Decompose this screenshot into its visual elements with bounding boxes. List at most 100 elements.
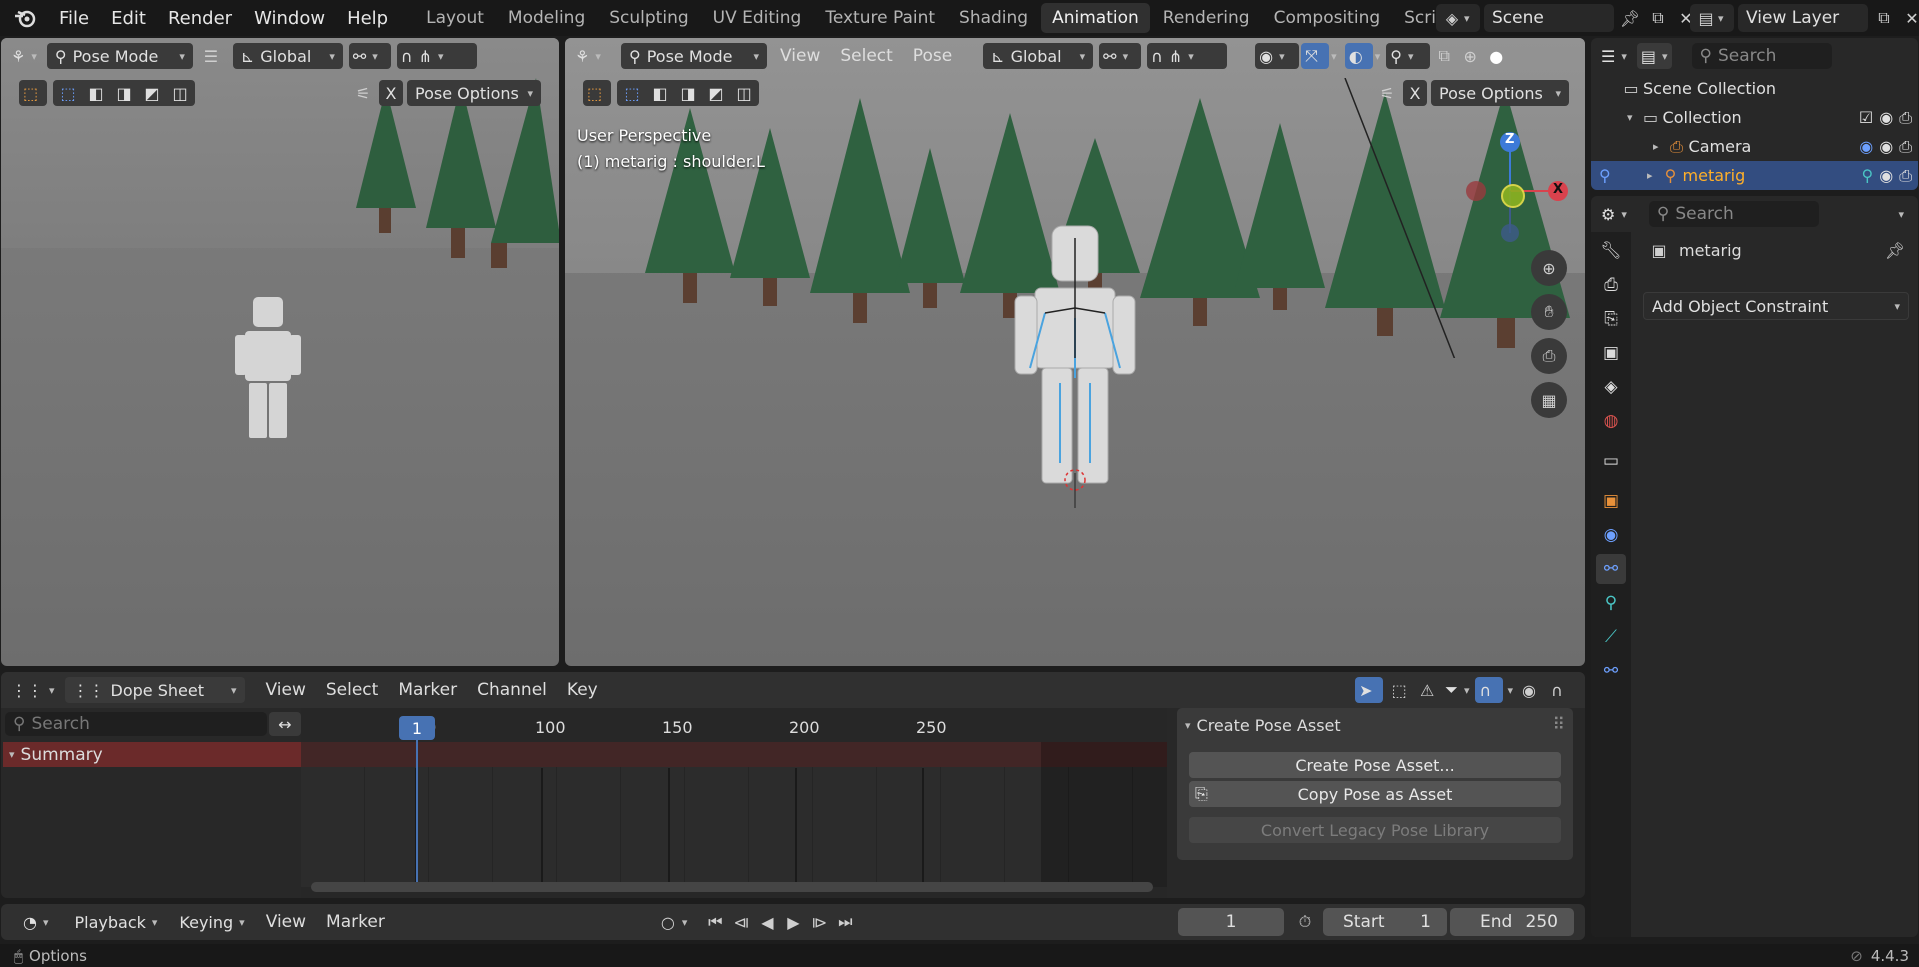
copy-pose-as-asset-button[interactable]: ⎘ Copy Pose as Asset [1189, 781, 1561, 807]
menu-view[interactable]: View [773, 46, 827, 66]
only-selected-toggle[interactable]: ➤ [1355, 677, 1384, 703]
dope-sheet-timeline[interactable]: 50 100 150 200 250 1 [301, 708, 1167, 898]
chevron-down-icon[interactable]: ▾ [1185, 719, 1191, 732]
chevron-down-icon[interactable]: ▾ [1898, 208, 1904, 221]
camera-icon[interactable]: ⎙ [1899, 108, 1912, 128]
tab-shading[interactable]: Shading [948, 3, 1039, 33]
proportional-edit-icon[interactable]: ◉ [1517, 678, 1541, 702]
camera-icon[interactable]: ⎙ [1899, 137, 1912, 157]
select-intersect-icon[interactable]: ◫ [172, 84, 187, 103]
dope-sheet-mode-dropdown[interactable]: ⋮⋮ Dope Sheet ▾ [64, 677, 245, 703]
play-reverse-icon[interactable]: ◀ [755, 910, 779, 934]
menu-key[interactable]: Key [560, 680, 605, 700]
delete-view-layer-icon[interactable]: ✕ [1900, 6, 1919, 30]
select-invert-icon[interactable]: ◩ [144, 84, 159, 103]
visibility-dropdown[interactable]: ◉ ▾ [1255, 43, 1300, 69]
menu-file[interactable]: File [48, 0, 100, 36]
menu-help[interactable]: Help [336, 0, 399, 36]
orientation-dropdown[interactable]: ⊾ Global ▾ [232, 43, 343, 69]
current-frame-field[interactable]: 1 [1178, 908, 1284, 936]
main-viewport[interactable]: ⚘ ▾ ⚲ Pose Mode ▾ View Select Pose ⊾ Global ▾… [565, 38, 1585, 666]
tab-sculpting[interactable]: Sculpting [598, 3, 699, 33]
mode-dropdown[interactable]: ⚲ Pose Mode ▾ [46, 43, 193, 69]
menu-marker[interactable]: Marker [319, 912, 392, 932]
armature-data-icon[interactable]: ⚲ [1862, 166, 1874, 186]
pin-icon[interactable]: 📌︎ [1883, 238, 1907, 262]
collection-icon[interactable]: ▭ [1596, 446, 1626, 476]
select-subtract-icon[interactable]: ◨ [680, 84, 695, 103]
select-tool-button[interactable]: ⬚ [19, 80, 47, 106]
wireframe-shading-icon[interactable]: ⊕ [1458, 44, 1482, 68]
chevron-down-icon[interactable]: ▾ [9, 748, 15, 761]
menu-marker[interactable]: Marker [391, 680, 464, 700]
menu-select[interactable]: Select [319, 680, 385, 700]
x-mirror-toggle[interactable]: X [1403, 80, 1427, 106]
playback-menu[interactable]: Playback ▾ [67, 909, 166, 935]
world-icon[interactable]: ◍ [1596, 406, 1626, 436]
falloff-icon[interactable]: ∩ [1545, 678, 1569, 702]
camera-data-icon[interactable]: ◉ [1859, 137, 1873, 157]
selection-mode-buttons[interactable]: ⬚ ◧ ◨ ◩ ◫ [53, 80, 195, 106]
panel-header[interactable]: ▾ Create Pose Asset ⠿ [1177, 708, 1573, 742]
camera-icon[interactable]: ⎙ [1899, 166, 1912, 186]
bone-icon[interactable]: ⟋ [1596, 622, 1626, 652]
menu-edit[interactable]: Edit [100, 0, 157, 36]
auto-keying-icon[interactable]: ○ [656, 910, 680, 934]
select-subtract-icon[interactable]: ◨ [116, 84, 131, 103]
bone-overlay-dropdown[interactable]: ⚲ ▾ [1386, 43, 1431, 69]
blender-logo-icon[interactable] [12, 6, 38, 30]
pivot-dropdown[interactable]: ⚯ ▾ [348, 43, 391, 69]
errors-toggle-icon[interactable]: ⚠ [1415, 678, 1439, 702]
view-layer-selector[interactable]: ▤ ▾ [1690, 4, 1734, 32]
chevron-down-icon[interactable]: ▾ [1375, 50, 1381, 63]
x-mirror-toggle[interactable]: X [379, 80, 403, 106]
select-invert-icon[interactable]: ◩ [708, 84, 723, 103]
tab-texture-paint[interactable]: Texture Paint [814, 3, 946, 33]
eye-icon[interactable]: ◉ [1879, 137, 1893, 157]
armature-data-icon[interactable]: ⚲ [1596, 588, 1626, 618]
summary-channel[interactable]: ▾ Summary [3, 742, 301, 767]
snap-controls[interactable]: ∩ ⋔ ▾ [1147, 43, 1228, 69]
menu-view[interactable]: View [259, 912, 313, 932]
play-icon[interactable]: ▶ [781, 910, 805, 934]
selection-mode-buttons[interactable]: ⬚ ◧ ◨ ◩ ◫ [617, 80, 759, 106]
select-new-icon[interactable]: ⬚ [60, 84, 75, 103]
select-new-icon[interactable]: ⬚ [624, 84, 639, 103]
tab-animation[interactable]: Animation [1041, 3, 1150, 33]
checkbox-icon[interactable]: ☑ [1859, 108, 1873, 128]
add-object-constraint-dropdown[interactable]: Add Object Constraint ▾ [1643, 292, 1909, 320]
camera-view-icon[interactable]: ⎙ [1531, 338, 1567, 374]
menu-render[interactable]: Render [157, 0, 243, 36]
perspective-grid-icon[interactable]: ▦ [1531, 382, 1567, 418]
zoom-icon[interactable]: ⊕ [1531, 250, 1567, 286]
render-icon[interactable]: ⎙ [1596, 270, 1626, 300]
chevron-down-icon[interactable]: ▾ [1627, 111, 1633, 124]
editor-type-button[interactable]: ⚘ ▾ [571, 43, 615, 69]
select-intersect-icon[interactable]: ◫ [736, 84, 751, 103]
editor-type-button[interactable]: ☰ ▾ [1597, 43, 1631, 69]
keying-menu[interactable]: Keying ▾ [171, 909, 252, 935]
editor-type-button[interactable]: ⋮⋮ ▾ [7, 677, 59, 703]
select-extend-icon[interactable]: ◧ [652, 84, 667, 103]
snap-controls[interactable]: ∩ ⋔ ▾ [396, 43, 477, 69]
swap-icon[interactable]: ↔ [269, 712, 301, 736]
new-scene-icon[interactable]: ⧉ [1646, 6, 1670, 30]
editor-type-button[interactable]: ⚙ ▾ [1597, 201, 1631, 227]
pan-hand-icon[interactable]: ✋︎ [1531, 294, 1567, 330]
outliner-item-metarig[interactable]: ⚲ ▸ ⚲ metarig ⚲ ◉ ⎙ [1591, 161, 1918, 190]
hamburger-menu-icon[interactable]: ☰ [199, 44, 223, 68]
menu-window[interactable]: Window [243, 0, 336, 36]
outliner-item-camera[interactable]: ▸ ⎙ Camera ◉ ◉ ⎙ [1591, 132, 1918, 161]
jump-to-end-icon[interactable]: ⏭ [833, 910, 857, 934]
bone-constraint-icon[interactable]: ⚯ [1596, 656, 1626, 686]
output-icon[interactable]: ⎘ [1596, 304, 1626, 334]
object-constraint-icon[interactable]: ⚯ [1596, 554, 1626, 584]
mirror-icon[interactable]: ⚟ [1375, 81, 1399, 105]
new-view-layer-icon[interactable]: ⧉ [1872, 6, 1896, 30]
menu-select[interactable]: Select [833, 46, 899, 66]
hidden-toggle-icon[interactable]: ⬚ [1387, 678, 1411, 702]
stopwatch-icon[interactable]: ⏱ [1293, 910, 1317, 934]
tab-layout[interactable]: Layout [415, 3, 495, 33]
end-frame-field[interactable]: End 250 [1450, 908, 1574, 936]
view-layer-icon[interactable]: ▣ [1596, 338, 1626, 368]
